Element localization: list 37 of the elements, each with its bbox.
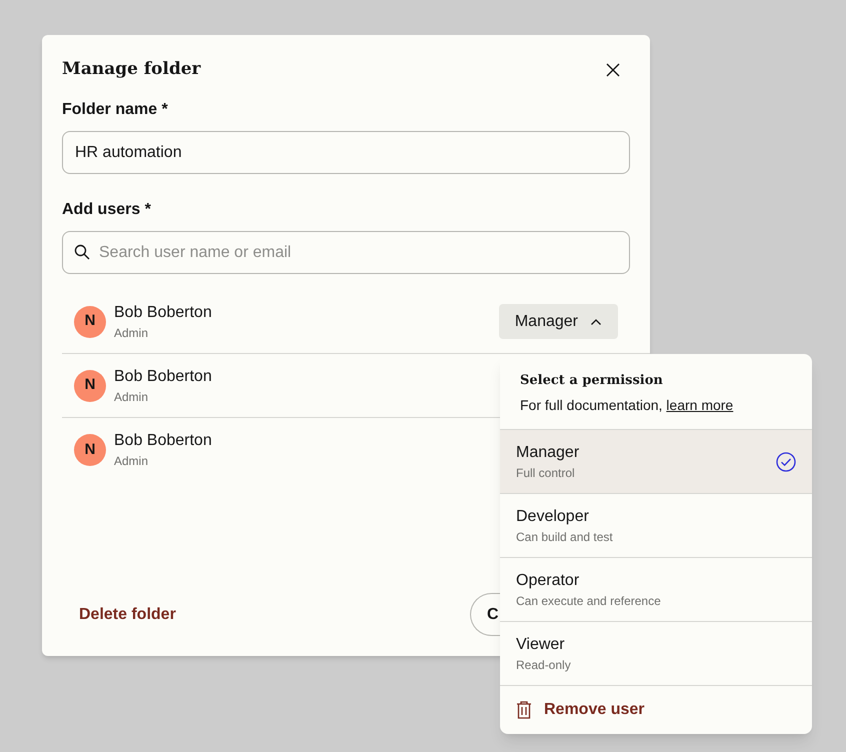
caret-icon (590, 318, 602, 326)
avatar: N (74, 434, 106, 466)
option-description: Full control (516, 464, 576, 480)
field-label: Add users * (62, 200, 152, 220)
option-label: Manager (516, 442, 580, 462)
user-name: Bob Boberton (114, 302, 212, 322)
search-field[interactable]: Search user name or email (62, 231, 630, 274)
avatar: N (74, 370, 106, 402)
user-role: Admin (114, 453, 148, 469)
close-icon[interactable] (605, 62, 621, 78)
menu-title: Select a permission (520, 372, 664, 390)
user-role: Admin (114, 388, 148, 404)
option-label: Viewer (516, 634, 566, 654)
search-icon (74, 244, 90, 260)
user-role: Admin (114, 324, 148, 340)
user-name: Bob Boberton (114, 431, 212, 451)
permission-option[interactable]: Developer Can build and test (500, 494, 812, 558)
menu-description: For full documentation, learn more (520, 396, 734, 415)
checkmark-icon (776, 452, 796, 472)
permission-option[interactable]: Manager Full control (500, 430, 812, 494)
option-description: Read-only (516, 656, 572, 672)
avatar: N (74, 306, 106, 338)
option-description: Can build and test (516, 528, 614, 544)
learn-more-link[interactable]: learn more (666, 397, 734, 413)
option-description: Can execute and reference (516, 592, 662, 608)
field-label: Folder name * (62, 100, 169, 120)
option-label: Developer (516, 506, 590, 526)
permission-dropdown[interactable]: Manager (498, 304, 618, 339)
permission-option[interactable]: Viewer Read-only (500, 622, 812, 686)
trash-icon (516, 701, 532, 719)
permission-option[interactable]: Operator Can execute and reference (500, 558, 812, 622)
user-name: Bob Boberton (114, 366, 212, 386)
dialog-title: Manage folder (62, 58, 201, 82)
remove-user-button[interactable]: Remove user (500, 686, 812, 734)
folder-name-field[interactable]: HR automation (62, 131, 630, 174)
delete-folder-button[interactable]: Delete folder (79, 602, 176, 626)
option-label: Operator (516, 570, 580, 590)
